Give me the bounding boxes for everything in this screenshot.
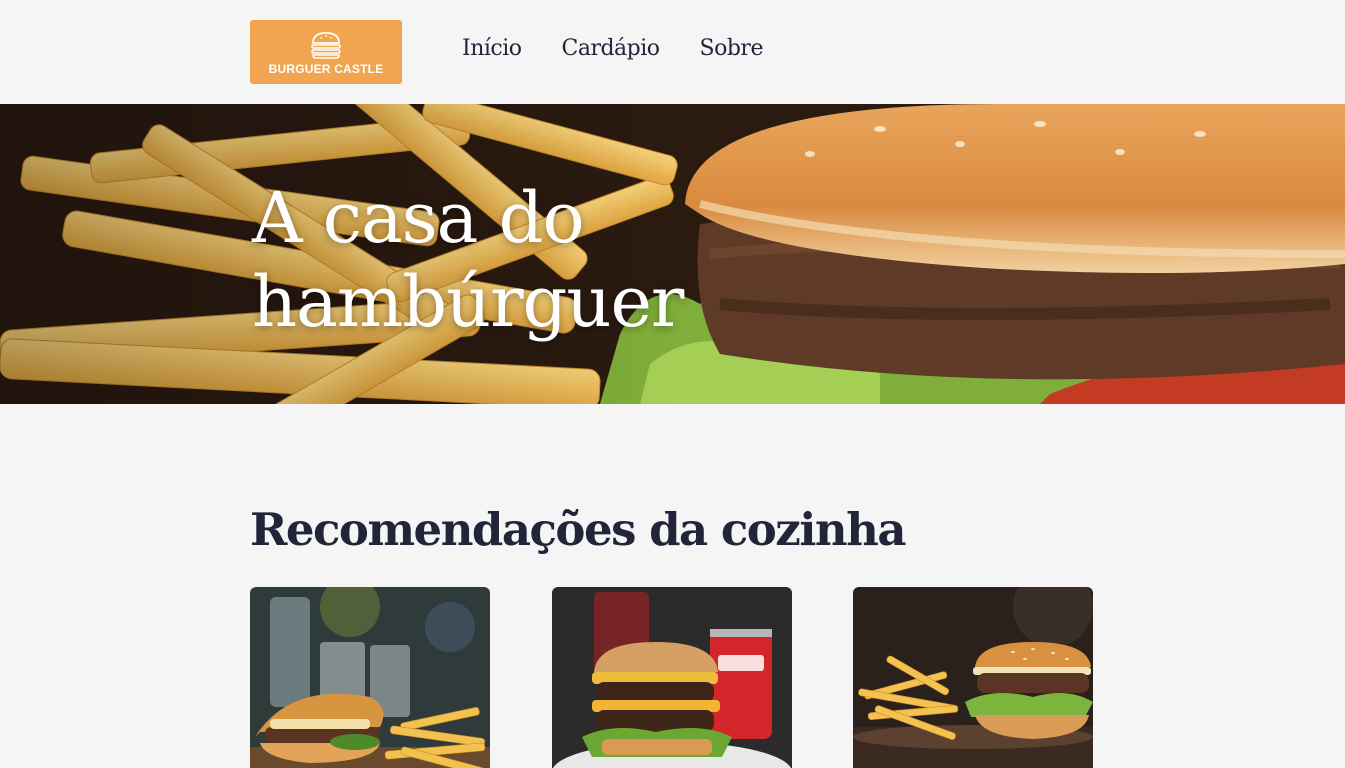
burger-icon [311, 32, 341, 59]
recommendation-card[interactable] [853, 587, 1093, 768]
site-header: BURGUER CASTLE Início Cardápio Sobre [0, 0, 1345, 104]
burger-with-fries-on-board-photo [853, 587, 1093, 768]
hero-banner: A casa do hambúrguer [0, 104, 1345, 404]
double-cheeseburger-with-cola-photo [552, 587, 792, 768]
logo-text: BURGUER CASTLE [268, 62, 384, 76]
nav-link-sobre[interactable]: Sobre [700, 36, 764, 61]
burger-with-fries-and-drinks-photo [250, 587, 490, 768]
recommendations-title: Recomendações da cozinha [250, 503, 907, 556]
hero-title: A casa do hambúrguer [252, 177, 684, 343]
main-nav: Início Cardápio Sobre [462, 36, 763, 61]
logo[interactable]: BURGUER CASTLE [250, 20, 402, 84]
nav-link-inicio[interactable]: Início [462, 36, 522, 61]
recommendation-card[interactable] [250, 587, 490, 768]
recommendation-card[interactable] [552, 587, 792, 768]
nav-link-cardapio[interactable]: Cardápio [562, 36, 661, 61]
